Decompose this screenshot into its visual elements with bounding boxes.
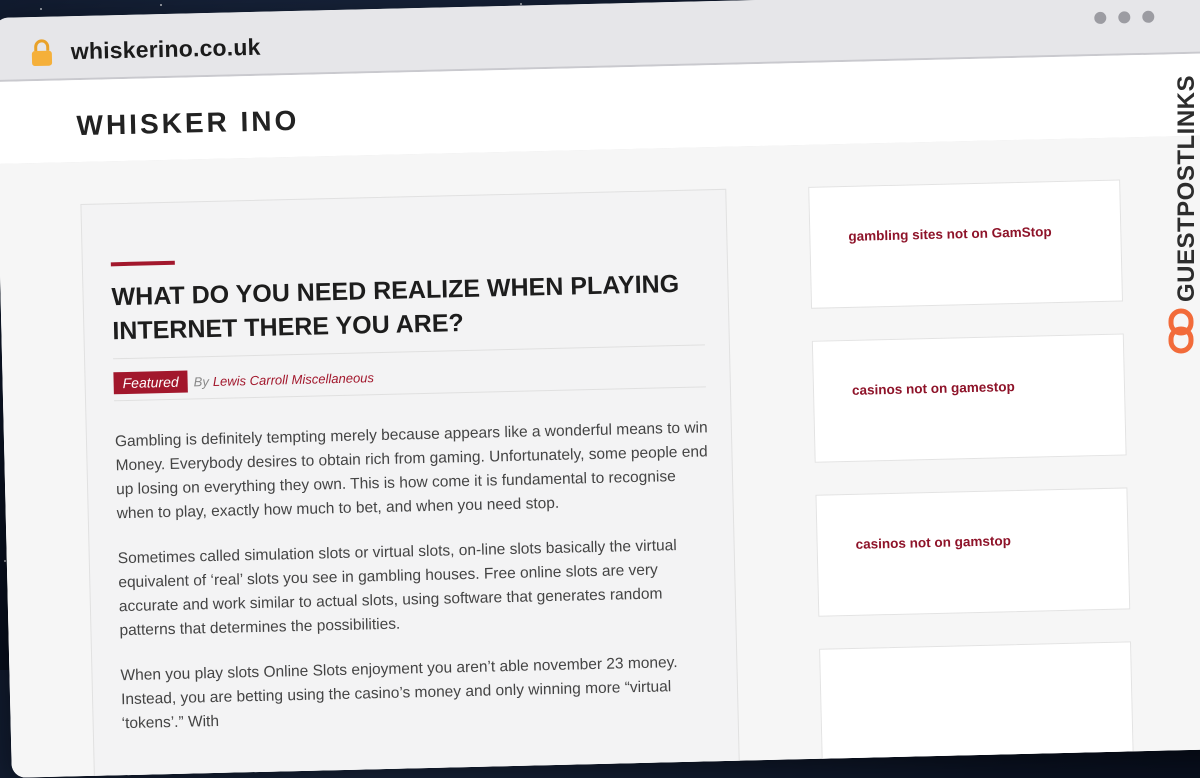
article-card: WHAT DO YOU NEED REALIZE WHEN PLAYING IN… <box>80 188 741 778</box>
web-page: WHISKER INO WHAT DO YOU NEED REALIZE WHE… <box>0 52 1200 778</box>
site-title[interactable]: WHISKER INO <box>76 105 299 142</box>
sidebar-widget: casinos not on gamestop <box>811 333 1127 463</box>
sidebar-widget <box>819 641 1134 771</box>
article-meta: Featured By Lewis Carroll Miscellaneous <box>113 366 374 395</box>
address-bar[interactable]: whiskerino.co.uk <box>70 34 260 65</box>
window-control-dot[interactable] <box>1142 10 1155 23</box>
window-control-dot[interactable] <box>1094 11 1107 25</box>
guestpostlinks-watermark: GUESTPOSTLINKS <box>1158 52 1200 364</box>
lock-icon <box>31 39 53 67</box>
article-body: Gambling is definitely tempting merely b… <box>115 416 721 757</box>
sidebar: gambling sites not on GamStop casinos no… <box>808 179 1134 771</box>
article-paragraph: Sometimes called simulation slots or vir… <box>117 537 677 640</box>
divider <box>113 344 705 360</box>
article-paragraph: When you play slots Online Slots enjoyme… <box>120 654 678 733</box>
article-title: WHAT DO YOU NEED REALIZE WHEN PLAYING IN… <box>111 269 680 346</box>
sidebar-widget: gambling sites not on GamStop <box>808 179 1123 309</box>
window-controls <box>1094 10 1155 25</box>
author-link[interactable]: Lewis Carroll Miscellaneous <box>213 370 374 389</box>
sidebar-widget: casinos not on gamstop <box>815 487 1131 617</box>
link-icon <box>1168 308 1194 354</box>
featured-badge[interactable]: Featured <box>113 370 188 395</box>
watermark-text: GUESTPOSTLINKS <box>1173 74 1200 302</box>
article-paragraph: Gambling is definitely tempting merely b… <box>114 419 708 523</box>
window-control-dot[interactable] <box>1118 11 1131 24</box>
main-content: WHAT DO YOU NEED REALIZE WHEN PLAYING IN… <box>0 134 1200 778</box>
browser-window: whiskerino.co.uk WHISKER INO WHAT DO YOU… <box>0 0 1200 778</box>
title-accent-bar <box>110 260 175 267</box>
sidebar-link[interactable]: casinos not on gamestop <box>852 379 1015 398</box>
by-label: By <box>193 373 210 389</box>
sidebar-link[interactable]: casinos not on gamstop <box>855 533 1011 552</box>
sidebar-link[interactable]: gambling sites not on GamStop <box>848 224 1052 244</box>
